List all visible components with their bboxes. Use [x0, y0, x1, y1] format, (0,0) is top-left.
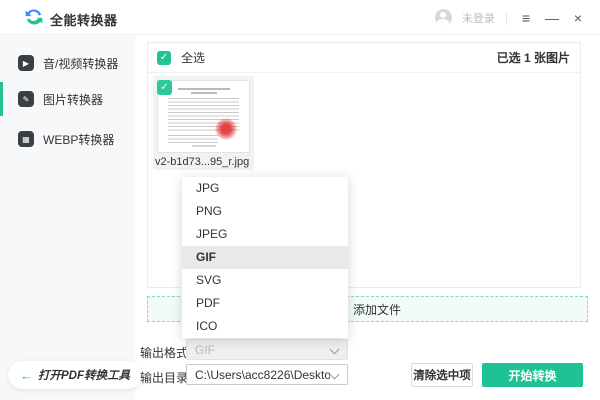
active-indicator	[0, 122, 3, 156]
output-format-value: GIF	[195, 342, 215, 357]
sidebar-item-webp-converter[interactable]: ▦ WEBP转换器	[0, 122, 135, 156]
active-indicator	[0, 82, 3, 116]
format-dropdown-menu: JPG PNG JPEG GIF SVG PDF ICO	[182, 177, 348, 338]
app-title: 全能转换器	[50, 13, 118, 28]
active-indicator	[0, 46, 3, 80]
app-window: 全能转换器 未登录 | ≡ — × ▶ 音/视频转换器 ✎ 图片转换器 ▦ WE…	[0, 0, 600, 400]
close-icon[interactable]: ×	[570, 11, 586, 25]
back-arrow-icon: ←	[20, 367, 33, 383]
file-name: v2-b1d73...95_r.jpg	[155, 156, 250, 168]
file-selected-checkbox[interactable]: ✓	[157, 80, 172, 95]
sidebar: ▶ 音/视频转换器 ✎ 图片转换器 ▦ WEBP转换器	[0, 36, 135, 400]
output-directory-label: 输出目录:	[140, 371, 192, 385]
webp-converter-icon: ▦	[18, 131, 34, 147]
menu-icon[interactable]: ≡	[518, 11, 534, 25]
user-avatar-icon[interactable]	[434, 9, 452, 26]
format-option-jpg[interactable]: JPG	[182, 177, 348, 200]
format-option-gif[interactable]: GIF	[182, 246, 348, 269]
output-directory-select[interactable]: C:\Users\acc8226\Desktop	[186, 364, 348, 385]
video-converter-icon: ▶	[18, 55, 34, 71]
format-option-ico[interactable]: ICO	[182, 315, 348, 338]
select-all-checkbox[interactable]: ✓	[157, 50, 171, 65]
output-format-label: 输出格式:	[140, 346, 192, 360]
open-pdf-tool-label: 打开PDF转换工具	[38, 370, 130, 382]
sidebar-item-label: 音/视频转换器	[43, 56, 119, 71]
chevron-down-icon	[330, 370, 339, 379]
clear-selected-button[interactable]: 清除选中项	[411, 363, 473, 387]
file-card[interactable]: ✓ v2-b1d73...95_r.jpg	[153, 76, 254, 170]
titlebar: 全能转换器 未登录 | ≡ — ×	[0, 0, 600, 35]
sidebar-item-audio-video-converter[interactable]: ▶ 音/视频转换器	[0, 46, 135, 80]
app-logo-icon	[25, 9, 43, 25]
sidebar-item-label: WEBP转换器	[43, 132, 115, 147]
selected-count-text: 已选 1 张图片	[496, 51, 570, 65]
output-format-select[interactable]: GIF	[186, 339, 348, 360]
output-directory-value: C:\Users\acc8226\Desktop	[195, 367, 330, 382]
format-option-pdf[interactable]: PDF	[182, 292, 348, 315]
sidebar-item-image-converter[interactable]: ✎ 图片转换器	[0, 82, 135, 116]
titlebar-separator: |	[504, 10, 508, 25]
minimize-icon[interactable]: —	[544, 11, 560, 25]
sidebar-item-label: 图片转换器	[43, 92, 104, 107]
format-option-png[interactable]: PNG	[182, 200, 348, 223]
red-seal-stamp	[215, 118, 237, 140]
start-convert-button[interactable]: 开始转换	[482, 363, 583, 387]
chevron-down-icon	[330, 345, 339, 354]
open-pdf-tool-button[interactable]: ← 打开PDF转换工具	[8, 361, 142, 389]
add-files-label: 添加文件	[352, 302, 401, 317]
image-converter-icon: ✎	[18, 91, 34, 107]
file-list-header: ✓ 全选 已选 1 张图片	[148, 43, 580, 73]
login-status[interactable]: 未登录	[462, 10, 495, 26]
format-option-svg[interactable]: SVG	[182, 269, 348, 292]
select-all-label[interactable]: 全选	[181, 49, 205, 66]
format-option-jpeg[interactable]: JPEG	[182, 223, 348, 246]
